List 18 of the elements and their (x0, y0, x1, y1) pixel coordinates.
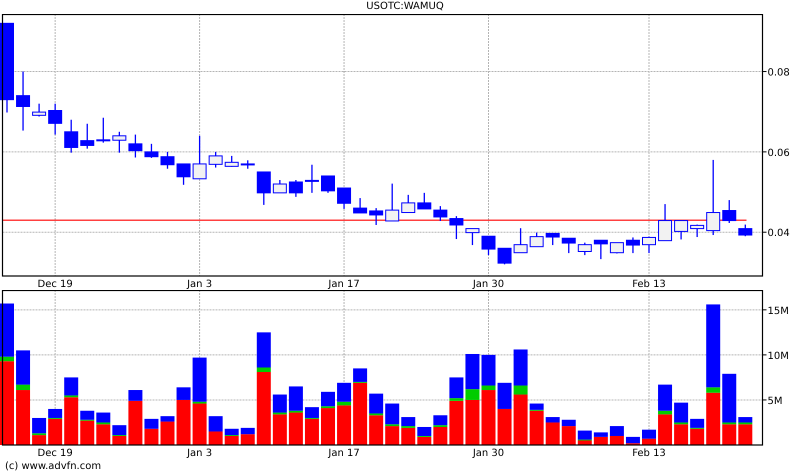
axis-label: 10M (768, 350, 789, 362)
axis-label: Jan 3 (187, 279, 212, 290)
chart-title: USOTC:WAMUQ (366, 0, 444, 14)
axis-label: Dec 19 (38, 279, 73, 290)
axis-label: Jan 17 (328, 448, 360, 458)
copyright-text: (c) www.advfn.com (5, 460, 102, 472)
axis-label: Jan 30 (472, 448, 504, 458)
axis-label: Jan 3 (187, 448, 212, 458)
axis-label: 0.04 (768, 228, 790, 240)
axis-label: 0.06 (768, 148, 790, 159)
axis-label: Jan 17 (328, 279, 360, 290)
axis-label: 5M (768, 396, 782, 407)
axis-label: Feb 13 (632, 279, 666, 290)
axis-label: Dec 19 (38, 448, 73, 458)
axis-label: 0.08 (768, 68, 790, 79)
axis-label: Jan 30 (472, 279, 504, 290)
axis-label: Feb 13 (632, 448, 666, 458)
axis-label: 15M (768, 306, 789, 317)
